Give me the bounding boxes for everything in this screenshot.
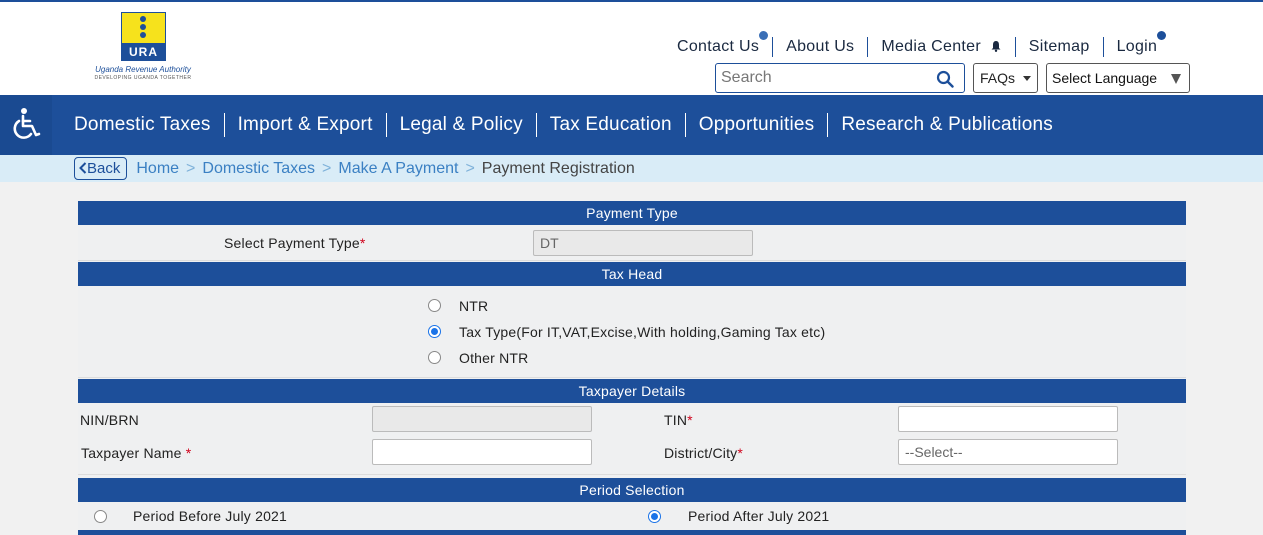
chevron-left-icon [79, 162, 87, 174]
top-link-media-center[interactable]: Media Center [867, 37, 1014, 57]
radio-tax-type-label: Tax Type(For IT,VAT,Excise,With holding,… [459, 324, 826, 340]
top-link-login[interactable]: Login [1102, 31, 1171, 57]
notification-dot [759, 31, 769, 40]
caret-down-icon [1023, 76, 1031, 81]
back-label: Back [87, 160, 121, 177]
breadcrumb-domestic-taxes[interactable]: Domestic Taxes [202, 160, 315, 178]
radio-period-after-label: Period After July 2021 [688, 508, 830, 524]
required-marker: * [687, 412, 693, 428]
search-icon[interactable] [936, 70, 954, 88]
divider [78, 474, 1186, 475]
search-input[interactable] [716, 64, 926, 92]
nav-item-tax-education[interactable]: Tax Education [535, 113, 685, 137]
district-city-label: District/City* [664, 445, 744, 461]
nin-brn-field[interactable] [372, 406, 592, 432]
tin-field[interactable] [898, 406, 1118, 432]
main-nav: Domestic Taxes Import & Export Legal & P… [0, 95, 1263, 155]
required-marker: * [359, 235, 366, 251]
logo-name: Uganda Revenue Authority [95, 65, 191, 74]
breadcrumb-current: Payment Registration [481, 159, 635, 177]
nav-item-opportunities[interactable]: Opportunities [684, 113, 828, 137]
section-header-period-selection: Period Selection [78, 478, 1186, 502]
radio-tax-type[interactable] [428, 325, 441, 338]
breadcrumb-make-a-payment[interactable]: Make A Payment [338, 160, 458, 178]
language-label: Select Language [1052, 70, 1158, 86]
radio-other-ntr-label: Other NTR [459, 350, 529, 366]
divider [78, 260, 1186, 261]
nav-items: Domestic Taxes Import & Export Legal & P… [61, 95, 1066, 155]
accessibility-button[interactable] [0, 95, 52, 155]
logo-abbr: URA [121, 43, 166, 61]
top-link-label: About Us [786, 38, 855, 55]
faqs-dropdown[interactable]: FAQs [973, 63, 1038, 93]
payment-registration-form: Payment Type Select Payment Type* DT Tax… [78, 201, 1186, 535]
nav-item-legal-policy[interactable]: Legal & Policy [385, 113, 536, 137]
tin-label: TIN* [664, 412, 693, 428]
logo-tagline: DEVELOPING UGANDA TOGETHER [94, 75, 192, 81]
payment-type-label: Select Payment Type* [224, 235, 366, 251]
required-marker: * [185, 445, 192, 461]
top-link-about-us[interactable]: About Us [772, 37, 867, 57]
section-header-taxpayer-details: Taxpayer Details [78, 379, 1186, 403]
breadcrumb-separator: > [322, 159, 332, 177]
top-link-label: Login [1116, 38, 1158, 55]
radio-ntr[interactable] [428, 299, 441, 312]
top-links: Contact Us About Us Media Center Sitemap… [664, 31, 1171, 58]
language-select[interactable]: Select Language [1046, 63, 1190, 93]
divider [78, 377, 1186, 378]
caret-down-icon [1171, 74, 1181, 84]
breadcrumb-home[interactable]: Home [136, 160, 179, 178]
top-link-label: Media Center [881, 38, 982, 55]
top-link-label: Contact Us [677, 38, 760, 55]
bell-icon [991, 41, 1001, 52]
top-link-label: Sitemap [1028, 38, 1090, 55]
breadcrumb-separator: > [465, 159, 475, 177]
logo-dots [139, 16, 147, 40]
faqs-label: FAQs [980, 70, 1016, 86]
top-link-contact-us[interactable]: Contact Us [664, 31, 772, 57]
nin-brn-label: NIN/BRN [80, 412, 139, 428]
radio-period-before-july-2021[interactable] [94, 510, 107, 523]
nav-item-domestic-taxes[interactable]: Domestic Taxes [61, 113, 224, 137]
back-button[interactable]: Back [74, 157, 128, 180]
payment-type-field[interactable]: DT [533, 230, 753, 256]
taxpayer-name-label: Taxpayer Name * [81, 445, 192, 461]
nav-item-research-publications[interactable]: Research & Publications [827, 113, 1066, 137]
radio-other-ntr[interactable] [428, 351, 441, 364]
top-link-sitemap[interactable]: Sitemap [1014, 37, 1103, 57]
site-header: URA Uganda Revenue Authority DEVELOPING … [0, 2, 1263, 95]
wheelchair-icon [13, 108, 41, 139]
section-header-payment-type: Payment Type [78, 201, 1186, 225]
required-marker: * [737, 445, 744, 461]
taxpayer-name-field[interactable] [372, 439, 592, 465]
section-header-next [78, 530, 1186, 535]
district-city-select[interactable]: --Select-- [898, 439, 1118, 465]
search-box [715, 63, 965, 93]
radio-period-before-label: Period Before July 2021 [133, 508, 288, 524]
notification-dot [1157, 31, 1167, 40]
section-header-tax-head: Tax Head [78, 262, 1186, 286]
breadcrumb-separator: > [186, 159, 196, 177]
radio-ntr-label: NTR [459, 298, 489, 314]
breadcrumb: Back Home > Domestic Taxes > Make A Paym… [0, 155, 1263, 182]
nav-item-import-export[interactable]: Import & Export [223, 113, 386, 137]
ura-logo[interactable]: URA Uganda Revenue Authority DEVELOPING … [84, 12, 202, 84]
radio-period-after-july-2021[interactable] [648, 510, 661, 523]
